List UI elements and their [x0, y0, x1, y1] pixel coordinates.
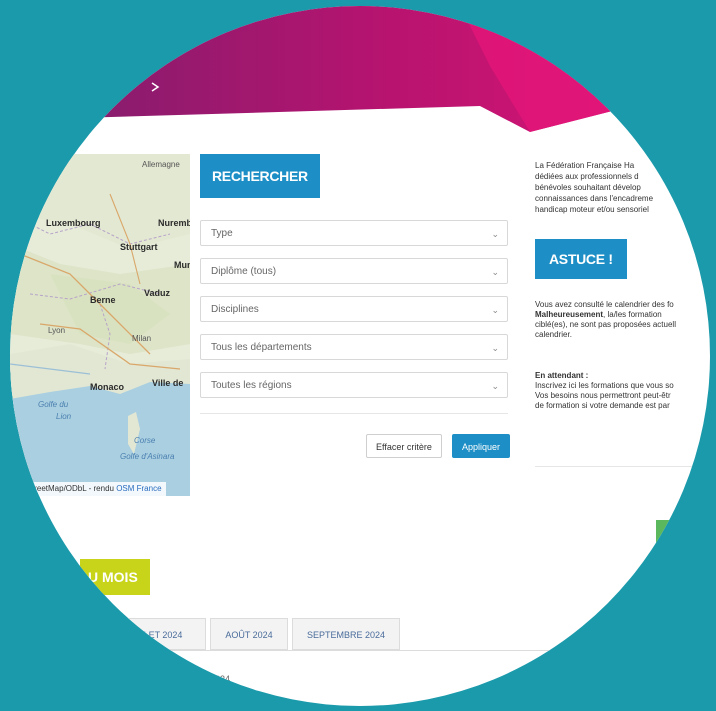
- add-button[interactable]: +: [656, 520, 686, 546]
- tab-juillet-2024[interactable]: LET 2024: [120, 618, 206, 650]
- map-label-stuttgart: Stuttgart: [120, 242, 158, 252]
- map-label-ville: Ville de: [152, 378, 184, 388]
- tip-line: calendrier.: [535, 330, 572, 339]
- tab-septembre-2024[interactable]: SEPTEMBRE 2024: [292, 618, 400, 650]
- meanwhile-line: de formation si votre demande est par: [535, 401, 670, 410]
- map-label-vaduz: Vaduz: [144, 288, 171, 298]
- type-select[interactable]: Type ⌄: [200, 220, 508, 246]
- row-date: 2024: [210, 674, 231, 684]
- attribution-link[interactable]: OSM France: [116, 484, 161, 493]
- map-label-golfe: Golfe du: [38, 400, 69, 409]
- map-label-nuremb: Nuremb: [158, 218, 190, 228]
- region-select[interactable]: Toutes les régions ⌄: [200, 372, 508, 398]
- chevron-down-icon: ⌄: [491, 343, 499, 353]
- intro-line: La Fédération Française Ha: [535, 161, 635, 170]
- map-label-luxembourg: Luxembourg: [46, 218, 101, 228]
- tip-line: la/les formation: [607, 310, 662, 319]
- intro-line: bénévoles souhaitant dévelop: [535, 183, 641, 192]
- tabs-divider: [10, 650, 710, 651]
- tab-aout-2024[interactable]: AOÛT 2024: [210, 618, 288, 650]
- intro-line: handicap moteur et/ou sensoriel: [535, 205, 649, 214]
- map-label-allemagne: Allemagne: [142, 160, 180, 169]
- meanwhile-title: En attendant :: [535, 371, 589, 380]
- header-banner: [10, 6, 710, 132]
- astuce-heading: ASTUCE !: [535, 239, 627, 279]
- map-label-corse: Corse: [134, 436, 156, 445]
- department-select[interactable]: Tous les départements ⌄: [200, 334, 508, 360]
- chevron-down-icon: ⌄: [491, 229, 499, 239]
- map-view[interactable]: Luxembourg Allemagne Nuremb Stuttgart Mu…: [10, 154, 190, 496]
- content-circle: Luxembourg Allemagne Nuremb Stuttgart Mu…: [10, 6, 710, 706]
- apply-button[interactable]: Appliquer: [452, 434, 511, 458]
- map-label-berne: Berne: [90, 295, 116, 305]
- header-arrow-icon: [151, 82, 160, 92]
- chevron-down-icon: ⌄: [491, 267, 499, 277]
- map-tiles: [10, 154, 190, 496]
- map-label-monaco: Monaco: [90, 382, 125, 392]
- intro-line: connaissances dans l'encadreme: [535, 194, 654, 203]
- department-select-value: Tous les départements: [211, 342, 312, 353]
- map-label-lyon: Lyon: [48, 326, 66, 335]
- type-select-value: Type: [211, 228, 233, 239]
- clear-criteria-button[interactable]: Effacer critère: [366, 434, 442, 458]
- tip-line: Vous avez consulté le calendrier des fo: [535, 300, 674, 309]
- meanwhile-line: Vos besoins nous permettront peut-êtr: [535, 391, 671, 400]
- month-heading: U MOIS: [80, 559, 150, 595]
- chevron-down-icon: ⌄: [491, 381, 499, 391]
- attribution-text: treetMap/ODbL - rendu: [32, 484, 117, 493]
- tip-bold: Malheureusement: [535, 310, 604, 319]
- map-attribution: treetMap/ODbL - rendu OSM France: [10, 482, 166, 496]
- map-label-mun: Mun: [174, 260, 190, 270]
- search-panel: RECHERCHER Type ⌄ Diplôme (tous) ⌄ Discipl…: [200, 154, 511, 474]
- row-date-secondary: 01: [510, 674, 521, 684]
- map-label-milan: Milan: [132, 334, 152, 343]
- tip-text: Vous avez consulté le calendrier des fo …: [535, 300, 710, 340]
- search-divider: [200, 413, 508, 414]
- info-divider: [535, 466, 710, 467]
- search-heading: RECHERCHER: [200, 154, 320, 198]
- tip-line: ciblé(es), ne sont pas proposées actuell: [535, 320, 676, 329]
- meanwhile-text: En attendant : Inscrivez ici les formati…: [535, 371, 710, 411]
- page-background: { "search": { "heading": "RECHERCHER", "…: [0, 0, 716, 711]
- map-label-lion: Lion: [56, 412, 72, 421]
- intro-text: La Fédération Française Ha dédiées aux p…: [535, 160, 710, 215]
- disciplines-select-value: Disciplines: [211, 304, 259, 315]
- tip-line-bold-row: Malheureusement, la/les formation: [535, 310, 662, 319]
- disciplines-select[interactable]: Disciplines ⌄: [200, 296, 508, 322]
- region-select-value: Toutes les régions: [211, 380, 292, 391]
- diploma-select[interactable]: Diplôme (tous) ⌄: [200, 258, 508, 284]
- chevron-down-icon: ⌄: [491, 305, 499, 315]
- intro-line: dédiées aux professionnels d: [535, 172, 639, 181]
- meanwhile-line: Inscrivez ici les formations que vous so: [535, 381, 674, 390]
- diploma-select-value: Diplôme (tous): [211, 266, 277, 277]
- map-label-golfe-asinara: Golfe d'Asinara: [120, 452, 175, 461]
